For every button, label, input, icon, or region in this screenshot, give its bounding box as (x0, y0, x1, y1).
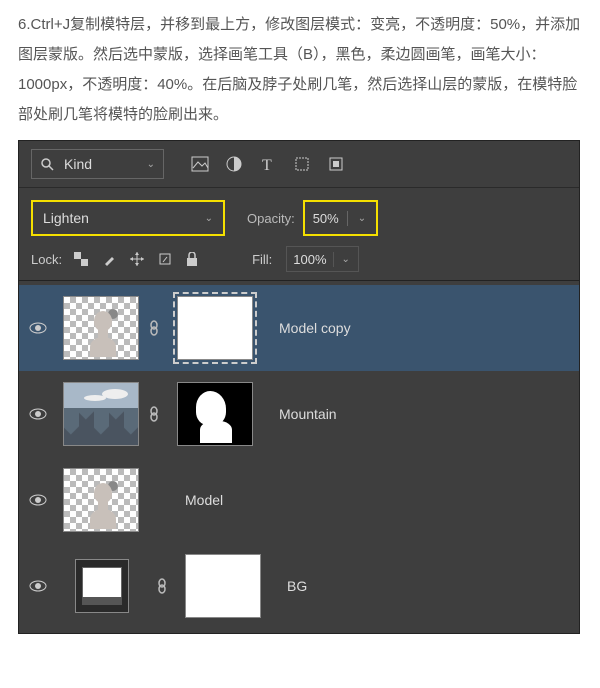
shape-filter-icon[interactable] (292, 154, 312, 174)
mask-link-icon[interactable] (149, 406, 167, 422)
chevron-down-icon: ⌄ (334, 254, 358, 265)
fill-input[interactable]: 100% ⌄ (286, 246, 359, 272)
pixel-filter-icon[interactable] (190, 154, 210, 174)
layer-row-mountain[interactable]: Mountain (19, 371, 579, 457)
instruction-text: 6.Ctrl+J复制模特层，并移到最上方，修改图层模式：变亮，不透明度：50%，… (0, 0, 600, 136)
blend-mode-label: Lighten (43, 210, 89, 226)
opacity-input[interactable]: 50% ⌄ (303, 200, 378, 236)
fill-value: 100% (287, 252, 333, 267)
layer-thumbnail[interactable] (63, 296, 139, 360)
layer-thumbnail[interactable] (63, 468, 139, 532)
fill-label: Fill: (252, 252, 272, 267)
chevron-down-icon: ⌄ (147, 159, 155, 170)
mask-thumbnail[interactable] (177, 382, 253, 446)
layer-row-model[interactable]: Model (19, 457, 579, 543)
lock-transparency-icon[interactable] (74, 252, 92, 266)
type-filter-icon[interactable]: T (258, 154, 278, 174)
layer-name[interactable]: Mountain (279, 406, 337, 422)
layers-list: Model copy Mountain Model BG (19, 281, 579, 633)
smartobject-filter-icon[interactable] (326, 154, 346, 174)
mask-link-icon[interactable] (149, 320, 167, 336)
layer-name[interactable]: BG (287, 578, 307, 594)
blend-row: Lighten ⌄ Opacity: 50% ⌄ (19, 188, 579, 240)
mask-link-icon[interactable] (157, 578, 175, 594)
visibility-toggle[interactable] (29, 408, 53, 420)
layer-name[interactable]: Model copy (279, 320, 351, 336)
lock-label: Lock: (31, 252, 62, 267)
search-icon (40, 157, 54, 171)
visibility-toggle[interactable] (29, 322, 53, 334)
opacity-value: 50% (305, 211, 348, 226)
layer-name[interactable]: Model (185, 492, 223, 508)
layer-filter-dropdown[interactable]: Kind ⌄ (31, 149, 164, 179)
layer-thumbnail[interactable] (63, 382, 139, 446)
blend-mode-dropdown[interactable]: Lighten ⌄ (31, 200, 225, 236)
layer-row-modelcopy[interactable]: Model copy (19, 285, 579, 371)
lock-pixels-icon[interactable] (102, 252, 120, 266)
mask-thumbnail[interactable] (177, 296, 253, 360)
lock-position-icon[interactable] (130, 252, 148, 266)
mask-thumbnail[interactable] (185, 554, 261, 618)
visibility-toggle[interactable] (29, 494, 53, 506)
filter-type-buttons: T (190, 154, 346, 174)
adjustment-filter-icon[interactable] (224, 154, 244, 174)
lock-artboard-icon[interactable] (158, 252, 176, 266)
chevron-down-icon: ⌄ (205, 213, 213, 224)
lock-row: Lock: Fill: 100% ⌄ (19, 240, 579, 281)
lock-all-icon[interactable] (186, 252, 204, 266)
layers-panel: Kind ⌄ T Lighten ⌄ Opacity: 50% ⌄ Lock: (18, 140, 580, 634)
visibility-toggle[interactable] (29, 580, 53, 592)
svg-text:T: T (262, 157, 272, 172)
layer-thumbnail[interactable] (75, 559, 129, 613)
layer-row-bg[interactable]: BG (19, 543, 579, 629)
chevron-down-icon: ⌄ (348, 213, 376, 224)
opacity-label: Opacity: (247, 211, 295, 226)
filter-row: Kind ⌄ T (19, 141, 579, 188)
filter-label: Kind (64, 156, 92, 172)
